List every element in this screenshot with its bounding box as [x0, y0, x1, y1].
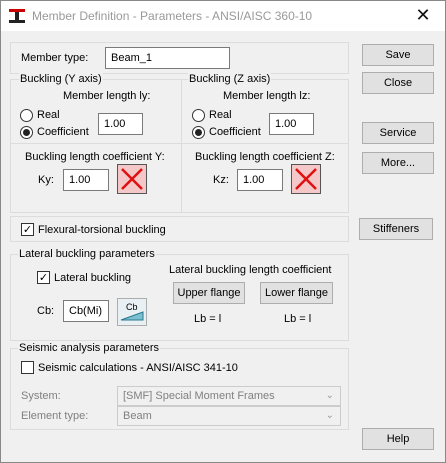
app-icon [9, 9, 25, 23]
ky-label: Ky: [38, 174, 54, 186]
service-button[interactable]: Service [362, 122, 434, 144]
seismic-checkbox-label: Seismic calculations - ANSI/AISC 341-10 [38, 362, 238, 374]
system-select[interactable]: [SMF] Special Moment Frames ⌄ [117, 386, 341, 406]
buckling-y-coef-title: Buckling length coefficient Y: [25, 151, 165, 163]
x-mark-icon [295, 168, 317, 190]
buckling-z-coef-title: Buckling length coefficient Z: [195, 151, 335, 163]
element-type-select-value: Beam [123, 410, 152, 422]
buckling-z-length-input[interactable]: 1.00 [269, 113, 314, 135]
close-button[interactable]: Close [362, 72, 434, 94]
close-icon[interactable]: ✕ [401, 3, 445, 29]
buckling-z-title: Buckling (Z axis) [188, 73, 272, 85]
upper-flange-button[interactable]: Upper flange [173, 282, 245, 304]
lateral-coef-title: Lateral buckling length coefficient [169, 264, 332, 276]
cb-input[interactable]: Cb(Mi) [63, 300, 109, 322]
lb-lower-value: Lb = l [284, 313, 312, 325]
cb-diagram-icon [120, 311, 144, 321]
lb-upper-value: Lb = l [194, 313, 222, 325]
buckling-y-real-radio[interactable] [20, 109, 33, 122]
buckling-z-coefficient-radio[interactable] [192, 126, 205, 139]
buckling-y-title: Buckling (Y axis) [19, 73, 103, 85]
element-type-select[interactable]: Beam ⌄ [117, 406, 341, 426]
kz-x-button[interactable] [291, 164, 321, 194]
cb-calc-button[interactable]: Cb [117, 298, 147, 326]
buckling-divider [181, 79, 182, 213]
chevron-down-icon: ⌄ [325, 390, 334, 401]
element-type-label: Element type: [21, 410, 89, 422]
buckling-z-length-label: Member length lz: [223, 90, 311, 102]
system-label: System: [21, 390, 61, 402]
seismic-checkbox[interactable] [21, 361, 34, 374]
buckling-y-coefficient-radio[interactable] [20, 126, 33, 139]
buckling-hdivider [10, 143, 349, 144]
x-mark-icon [121, 168, 143, 190]
flexural-checkbox[interactable]: ✓ [21, 223, 34, 236]
ky-x-button[interactable] [117, 164, 147, 194]
stiffeners-button[interactable]: Stiffeners [359, 218, 433, 240]
window-title: Member Definition - Parameters - ANSI/AI… [32, 9, 313, 23]
buckling-z-coefficient-label: Coefficient [209, 126, 261, 138]
lateral-checkbox[interactable]: ✓ [37, 271, 50, 284]
lateral-checkbox-label: Lateral buckling [54, 272, 132, 284]
lower-flange-button[interactable]: Lower flange [260, 282, 333, 304]
buckling-z-real-label: Real [209, 109, 232, 121]
cb-label: Cb: [37, 305, 55, 317]
lateral-title: Lateral buckling parameters [18, 248, 156, 260]
buckling-y-real-label: Real [37, 109, 60, 121]
buckling-y-coefficient-label: Coefficient [37, 126, 89, 138]
buckling-z-real-radio[interactable] [192, 109, 205, 122]
flexural-label: Flexural-torsional buckling [38, 224, 166, 236]
ky-input[interactable]: 1.00 [63, 169, 109, 191]
kz-label: Kz: [213, 174, 229, 186]
buckling-y-length-input[interactable]: 1.00 [98, 113, 143, 135]
buckling-y-length-label: Member length ly: [63, 90, 151, 102]
chevron-down-icon: ⌄ [325, 410, 334, 421]
seismic-title: Seismic analysis parameters [18, 342, 160, 354]
member-type-input[interactable]: Beam_1 [105, 47, 230, 69]
member-definition-window: Member Definition - Parameters - ANSI/AI… [0, 0, 446, 463]
kz-input[interactable]: 1.00 [237, 169, 283, 191]
title-bar: Member Definition - Parameters - ANSI/AI… [1, 1, 445, 31]
more-button[interactable]: More... [362, 152, 434, 174]
member-type-label: Member type: [21, 52, 89, 64]
save-button[interactable]: Save [362, 44, 434, 66]
help-button[interactable]: Help [362, 428, 434, 450]
system-select-value: [SMF] Special Moment Frames [123, 390, 275, 402]
